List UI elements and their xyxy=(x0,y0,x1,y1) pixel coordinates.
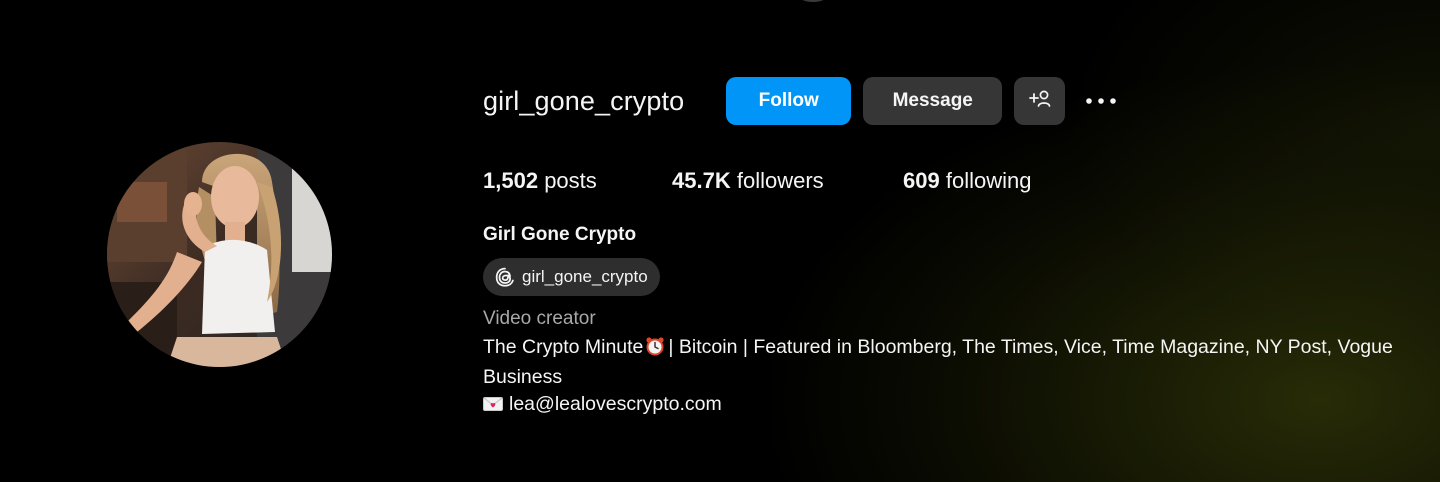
followers-count: 45.7K xyxy=(672,168,731,193)
alarm-clock-emoji xyxy=(645,336,665,364)
more-options-button[interactable] xyxy=(1083,77,1119,125)
threads-handle: girl_gone_crypto xyxy=(522,267,648,286)
posts-label: posts xyxy=(544,168,597,193)
following-label: following xyxy=(945,168,1032,193)
full-name: Girl Gone Crypto xyxy=(483,224,637,245)
following-count: 609 xyxy=(903,168,940,193)
profile-stats: 1,502 posts 45.7K followers 609 followin… xyxy=(483,164,1413,198)
love-letter-emoji xyxy=(483,393,503,414)
top-edge-shape xyxy=(800,0,826,2)
bio-container: The Crypto Minute | Bitcoin | Featured i… xyxy=(483,334,1413,414)
posts-stat: 1,502 posts xyxy=(483,168,672,194)
profile-info: girl_gone_crypto Follow Message 1,502 po… xyxy=(483,76,1413,414)
followers-label: followers xyxy=(736,168,824,193)
message-button[interactable]: Message xyxy=(863,77,1003,125)
followers-stat[interactable]: 45.7K followers xyxy=(672,168,903,194)
more-horizontal-icon xyxy=(1085,92,1117,110)
posts-count: 1,502 xyxy=(483,168,539,193)
follow-button[interactable]: Follow xyxy=(726,77,852,125)
add-person-icon xyxy=(1028,88,1052,114)
bio-text: The Crypto Minute | Bitcoin | Featured i… xyxy=(483,334,1393,414)
avatar-photo xyxy=(107,142,332,367)
following-stat[interactable]: 609 following xyxy=(903,168,1031,194)
profile-header-row: girl_gone_crypto Follow Message xyxy=(483,76,1413,126)
threads-icon xyxy=(494,266,516,288)
contact-email[interactable]: lea@lealovescrypto.com xyxy=(509,393,722,414)
profile-avatar[interactable] xyxy=(107,142,332,367)
suggested-accounts-button[interactable] xyxy=(1014,77,1066,125)
threads-link[interactable]: girl_gone_crypto xyxy=(483,258,660,296)
profile-category: Video creator xyxy=(483,308,596,329)
bio-line-start: The Crypto Minute xyxy=(483,336,644,358)
username: girl_gone_crypto xyxy=(483,85,685,116)
